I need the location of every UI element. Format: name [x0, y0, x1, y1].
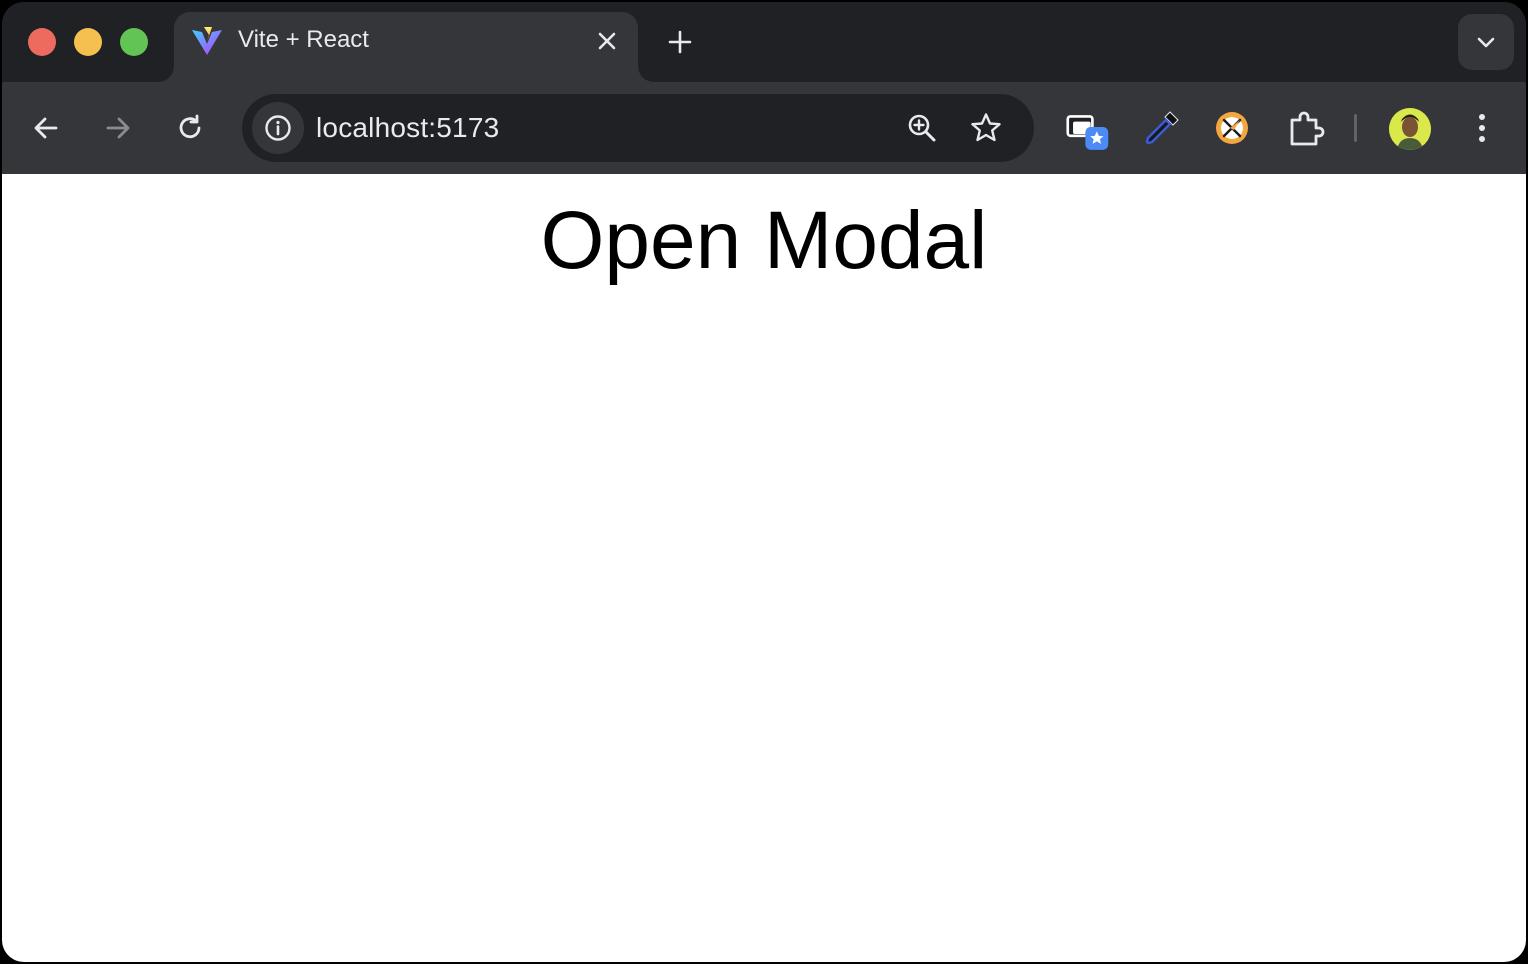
tab-search-button[interactable]: [1458, 14, 1514, 70]
compass-extension-icon[interactable]: [1210, 106, 1254, 150]
puzzle-icon[interactable]: [1284, 106, 1328, 150]
page-content: Open Modal: [2, 174, 1526, 962]
browser-window: Vite + React localhost:5173 Open Modal: [2, 2, 1526, 962]
more-vert-icon[interactable]: [1468, 110, 1496, 146]
arrow-right-icon[interactable]: [100, 110, 136, 146]
reload-icon[interactable]: [172, 110, 208, 146]
vite-logo-icon: [192, 27, 222, 55]
avatar[interactable]: [1389, 108, 1431, 150]
window-minimize-button[interactable]: [74, 28, 102, 56]
info-icon: [265, 115, 291, 141]
chevron-down-icon: [1477, 37, 1495, 48]
window-maximize-button[interactable]: [120, 28, 148, 56]
toolbar: localhost:5173: [2, 82, 1526, 174]
address-bar[interactable]: localhost:5173: [242, 94, 1034, 162]
arrow-left-icon[interactable]: [28, 110, 64, 146]
close-icon[interactable]: [594, 28, 620, 54]
tab-strip: Vite + React: [2, 2, 1526, 82]
open-modal-button[interactable]: Open Modal: [2, 192, 1526, 290]
zoom-in-icon[interactable]: [904, 110, 940, 146]
star-icon[interactable]: [968, 110, 1004, 146]
reading-list-icon[interactable]: [1066, 112, 1110, 156]
tab-title: Vite + React: [238, 26, 369, 53]
eyedropper-icon[interactable]: [1140, 106, 1184, 150]
toolbar-divider: [1354, 114, 1357, 142]
profile-photo: [1389, 108, 1431, 150]
plus-icon[interactable]: [664, 26, 696, 58]
url-text[interactable]: localhost:5173: [316, 112, 499, 144]
window-close-button[interactable]: [28, 28, 56, 56]
active-tab[interactable]: Vite + React: [174, 12, 638, 82]
site-info-button[interactable]: [252, 102, 304, 154]
